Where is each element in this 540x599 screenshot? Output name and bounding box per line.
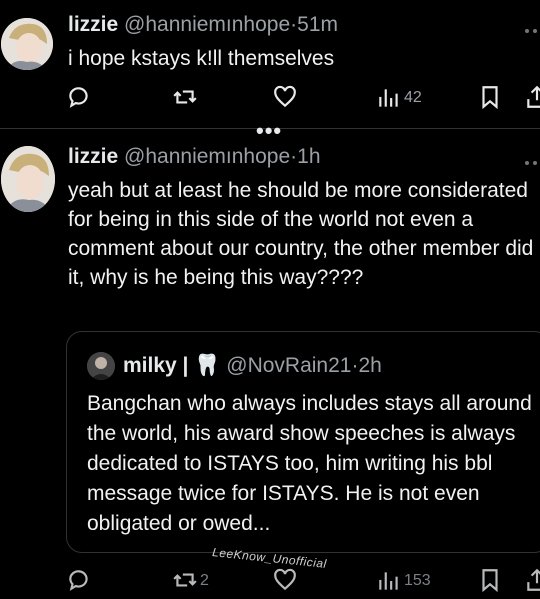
quoted-display-name[interactable]: milky | 🦷 — [123, 354, 220, 377]
show-more-thread[interactable]: ••• — [256, 120, 282, 142]
avatar[interactable] — [1, 146, 55, 212]
quoted-avatar[interactable] — [87, 352, 115, 380]
handle[interactable]: @hanniemınhope — [124, 145, 290, 168]
timestamp[interactable]: 51m — [297, 13, 338, 36]
reply-icon[interactable] — [66, 567, 92, 593]
share-icon[interactable] — [524, 567, 540, 593]
display-name[interactable]: lizzie — [68, 145, 118, 168]
retweet-icon[interactable] — [172, 84, 198, 110]
views-icon[interactable] — [376, 85, 402, 111]
view-count: 42 — [404, 89, 422, 106]
view-count: 153 — [404, 572, 431, 589]
bookmark-icon[interactable] — [477, 84, 503, 110]
display-name[interactable]: lizzie — [68, 13, 118, 36]
quoted-handle[interactable]: @NovRain21 — [226, 354, 351, 377]
tweet-header: lizzie @hanniemınhope·51m — [68, 13, 338, 37]
retweet-icon[interactable] — [172, 567, 198, 593]
share-icon[interactable] — [524, 84, 540, 110]
quoted-header: milky | 🦷 @NovRain21·2h — [123, 354, 382, 378]
more-icon[interactable] — [522, 150, 540, 176]
quoted-text: Bangchan who always includes stays all a… — [87, 392, 532, 535]
heart-icon[interactable] — [272, 84, 298, 110]
views-icon[interactable] — [376, 568, 402, 594]
tweet-text: yeah but at least he should be more cons… — [68, 179, 534, 289]
bookmark-icon[interactable] — [477, 567, 503, 593]
handle[interactable]: @hanniemınhope — [124, 13, 290, 36]
retweet-count: 2 — [200, 572, 209, 589]
more-icon[interactable] — [522, 18, 540, 44]
avatar[interactable] — [1, 18, 53, 70]
heart-icon[interactable] — [272, 567, 298, 593]
tweet-header: lizzie @hanniemınhope·1h — [68, 145, 321, 169]
timestamp[interactable]: 1h — [297, 145, 320, 168]
tweet-text: i hope kstays k!ll themselves — [68, 47, 335, 70]
reply-icon[interactable] — [66, 84, 92, 110]
quoted-tweet[interactable]: milky | 🦷 @NovRain21·2h Bangchan who alw… — [66, 331, 540, 553]
quoted-timestamp[interactable]: 2h — [358, 354, 381, 377]
